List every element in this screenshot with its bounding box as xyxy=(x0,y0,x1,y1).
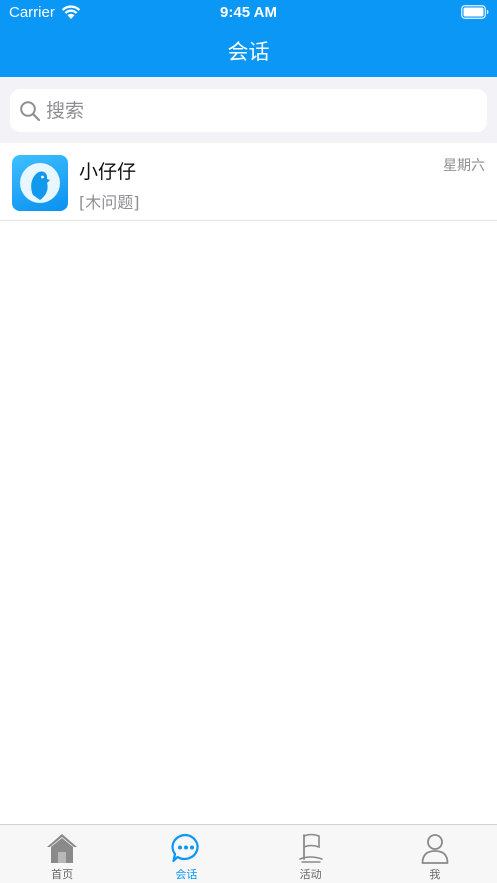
tab-label: 我 xyxy=(429,868,441,881)
clock: 9:45 AM xyxy=(220,4,277,21)
tab-chat[interactable]: 会话 xyxy=(124,825,248,883)
conversation-name: 小仔仔 xyxy=(79,161,137,183)
tab-activity[interactable]: 活动 xyxy=(249,825,373,883)
conversation-time: 星期六 xyxy=(443,158,485,174)
tab-bar: 首页 会话 活动 我 xyxy=(0,824,497,883)
search-bar xyxy=(0,77,497,143)
search-box[interactable] xyxy=(10,89,487,132)
search-input[interactable] xyxy=(46,99,466,122)
tab-label: 首页 xyxy=(51,868,74,881)
flag-icon xyxy=(298,833,323,863)
page-title: 会话 xyxy=(227,40,270,64)
avatar xyxy=(12,155,68,211)
tab-home[interactable]: 首页 xyxy=(0,825,124,883)
conversation-list: 小仔仔 [木问题] 星期六 xyxy=(0,143,497,221)
home-icon xyxy=(47,834,78,863)
penguin-avatar-icon xyxy=(20,163,60,203)
tab-me[interactable]: 我 xyxy=(373,825,497,883)
conversation-preview: [木问题] xyxy=(79,193,140,212)
chat-bubble-icon xyxy=(171,833,199,863)
status-bar: Carrier 9:45 AM xyxy=(0,0,497,26)
conversation-item[interactable]: 小仔仔 [木问题] 星期六 xyxy=(0,143,497,221)
search-icon xyxy=(20,100,41,121)
header: Carrier 9:45 AM 会话 xyxy=(0,0,497,77)
battery-icon xyxy=(461,5,489,19)
tab-label: 会话 xyxy=(175,868,198,881)
person-icon xyxy=(421,834,449,864)
tab-label: 活动 xyxy=(299,868,322,881)
